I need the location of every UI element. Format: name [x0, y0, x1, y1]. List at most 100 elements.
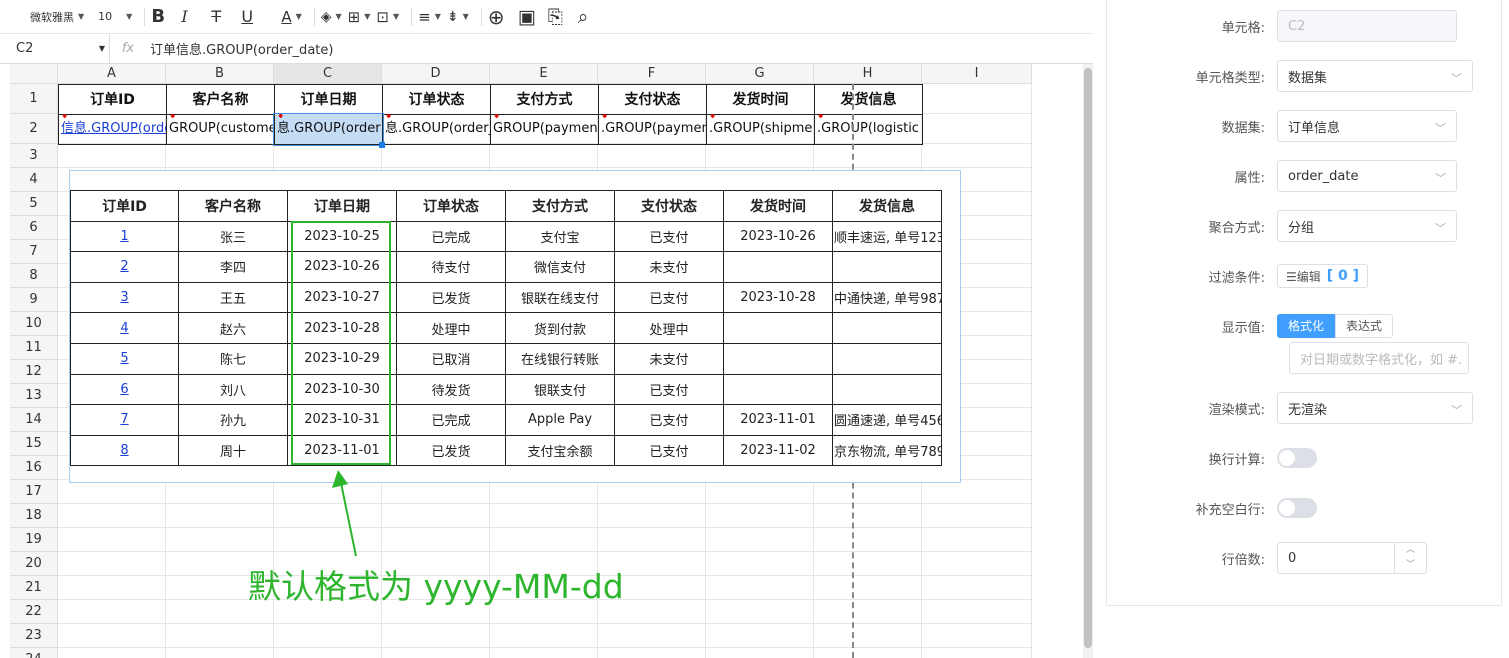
template-header-cell[interactable]: 发货信息	[814, 84, 923, 115]
formula-input[interactable]: 订单信息.GROUP(order_date)	[146, 39, 333, 58]
cell-type-select[interactable]: 数据集 ﹀	[1277, 60, 1473, 92]
preview-cell[interactable]: 6	[70, 373, 179, 406]
strikethrough-button[interactable]: T	[211, 4, 235, 30]
preview-cell[interactable]: 8	[70, 434, 179, 467]
grid-cell[interactable]	[706, 144, 814, 168]
preview-button[interactable]: ⌕	[578, 4, 602, 30]
template-header-cell[interactable]: 订单日期	[274, 84, 383, 115]
row-header[interactable]: 6	[10, 216, 58, 240]
order-id-link[interactable]: 3	[120, 290, 128, 305]
grid-cell[interactable]	[922, 84, 1032, 114]
grid-cell[interactable]	[706, 576, 814, 600]
grid-cell[interactable]	[382, 144, 490, 168]
grid-cell[interactable]	[166, 624, 274, 648]
row-header[interactable]: 5	[10, 192, 58, 216]
order-id-link[interactable]: 4	[120, 321, 128, 336]
grid-cell[interactable]	[58, 648, 166, 658]
grid-cell[interactable]	[706, 624, 814, 648]
render-select[interactable]: 无渲染 ﹀	[1277, 392, 1473, 424]
row-header[interactable]: 11	[10, 336, 58, 360]
grid-cell[interactable]	[706, 528, 814, 552]
order-id-link[interactable]: 5	[120, 351, 128, 366]
multiple-input[interactable]: 0 ︿ ﹀	[1277, 542, 1427, 574]
grid-cell[interactable]	[814, 552, 922, 576]
grid-cell[interactable]	[58, 624, 166, 648]
row-header[interactable]: 21	[10, 576, 58, 600]
column-header[interactable]: G	[706, 64, 814, 84]
save-button[interactable]: ▣	[518, 4, 542, 30]
row-header[interactable]: 23	[10, 624, 58, 648]
column-header[interactable]: D	[382, 64, 490, 84]
grid-cell[interactable]	[922, 504, 1032, 528]
grid-cell[interactable]	[274, 144, 382, 168]
grid-cell[interactable]	[58, 600, 166, 624]
scrollbar-thumb[interactable]	[1084, 68, 1092, 648]
column-header[interactable]: B	[166, 64, 274, 84]
corner-cell[interactable]	[10, 64, 58, 84]
filter-edit-button[interactable]: ☰编辑 [ 0 ]	[1277, 264, 1369, 288]
grid-cell[interactable]	[814, 144, 922, 168]
merge-button[interactable]: ⊡ ▼	[376, 4, 399, 30]
grid-cell[interactable]	[922, 648, 1032, 658]
grid-cell[interactable]	[382, 528, 490, 552]
grid-cell[interactable]	[814, 624, 922, 648]
grid-cell[interactable]	[58, 480, 166, 504]
row-header[interactable]: 3	[10, 144, 58, 168]
grid-cell[interactable]	[922, 528, 1032, 552]
grid-cell[interactable]	[58, 552, 166, 576]
row-header[interactable]: 15	[10, 432, 58, 456]
template-header-cell[interactable]: 支付状态	[598, 84, 707, 115]
grid-cell[interactable]	[598, 648, 706, 658]
row-header[interactable]: 2	[10, 114, 58, 144]
template-data-cell[interactable]: ⬇ 息.GROUP(order	[273, 113, 384, 146]
grid-cell[interactable]	[598, 144, 706, 168]
grid-cell[interactable]	[166, 648, 274, 658]
grid-cell[interactable]	[166, 144, 274, 168]
underline-button[interactable]: U	[241, 4, 265, 30]
grid-cell[interactable]	[382, 480, 490, 504]
row-header[interactable]: 20	[10, 552, 58, 576]
grid-cell[interactable]	[490, 144, 598, 168]
grid-cell[interactable]	[166, 504, 274, 528]
column-header[interactable]: F	[598, 64, 706, 84]
row-header[interactable]: 1	[10, 84, 58, 114]
grid-cell[interactable]	[382, 624, 490, 648]
column-header[interactable]: E	[490, 64, 598, 84]
template-data-cell[interactable]: ⬇ .GROUP(paymen	[598, 114, 707, 145]
row-header[interactable]: 13	[10, 384, 58, 408]
grid-cell[interactable]	[598, 528, 706, 552]
row-header[interactable]: 14	[10, 408, 58, 432]
template-header-cell[interactable]: 客户名称	[166, 84, 275, 115]
grid-cell[interactable]	[814, 576, 922, 600]
stepper[interactable]: ︿ ﹀	[1394, 543, 1426, 573]
template-data-cell[interactable]: ⬇ GROUP(custome	[166, 114, 275, 145]
grid-cell[interactable]	[58, 528, 166, 552]
column-header[interactable]: I	[922, 64, 1032, 84]
order-id-link[interactable]: 1	[120, 229, 128, 244]
preview-cell[interactable]: 2	[70, 251, 179, 283]
template-header-cell[interactable]: 发货时间	[706, 84, 815, 115]
grid-cell[interactable]	[814, 528, 922, 552]
fill-handle[interactable]	[379, 142, 385, 148]
grid-cell[interactable]	[58, 576, 166, 600]
format-option[interactable]: 格式化	[1277, 314, 1336, 338]
grid-cell[interactable]	[706, 648, 814, 658]
grid-cell[interactable]	[814, 504, 922, 528]
grid-cell[interactable]	[598, 624, 706, 648]
export-button[interactable]: ⎘	[548, 4, 572, 30]
template-data-cell[interactable]: ⬇ .GROUP(logistic	[814, 114, 923, 145]
grid-cell[interactable]	[490, 528, 598, 552]
aggregate-select[interactable]: 分组 ﹀	[1277, 210, 1457, 242]
row-header[interactable]: 24	[10, 648, 58, 658]
column-header[interactable]: A	[58, 64, 166, 84]
grid-cell[interactable]	[922, 576, 1032, 600]
font-size-select[interactable]: 10 ▼	[90, 4, 132, 30]
preview-cell[interactable]: 3	[70, 281, 179, 314]
grid-cell[interactable]	[922, 480, 1032, 504]
grid-cell[interactable]	[382, 648, 490, 658]
preview-cell[interactable]: 4	[70, 312, 179, 344]
column-header[interactable]: H	[814, 64, 922, 84]
grid-cell[interactable]	[598, 480, 706, 504]
template-data-cell[interactable]: ⬇ 信息.GROUP(orde	[58, 114, 167, 145]
format-input[interactable]: 对日期或数字格式化，如 #.	[1289, 342, 1469, 374]
